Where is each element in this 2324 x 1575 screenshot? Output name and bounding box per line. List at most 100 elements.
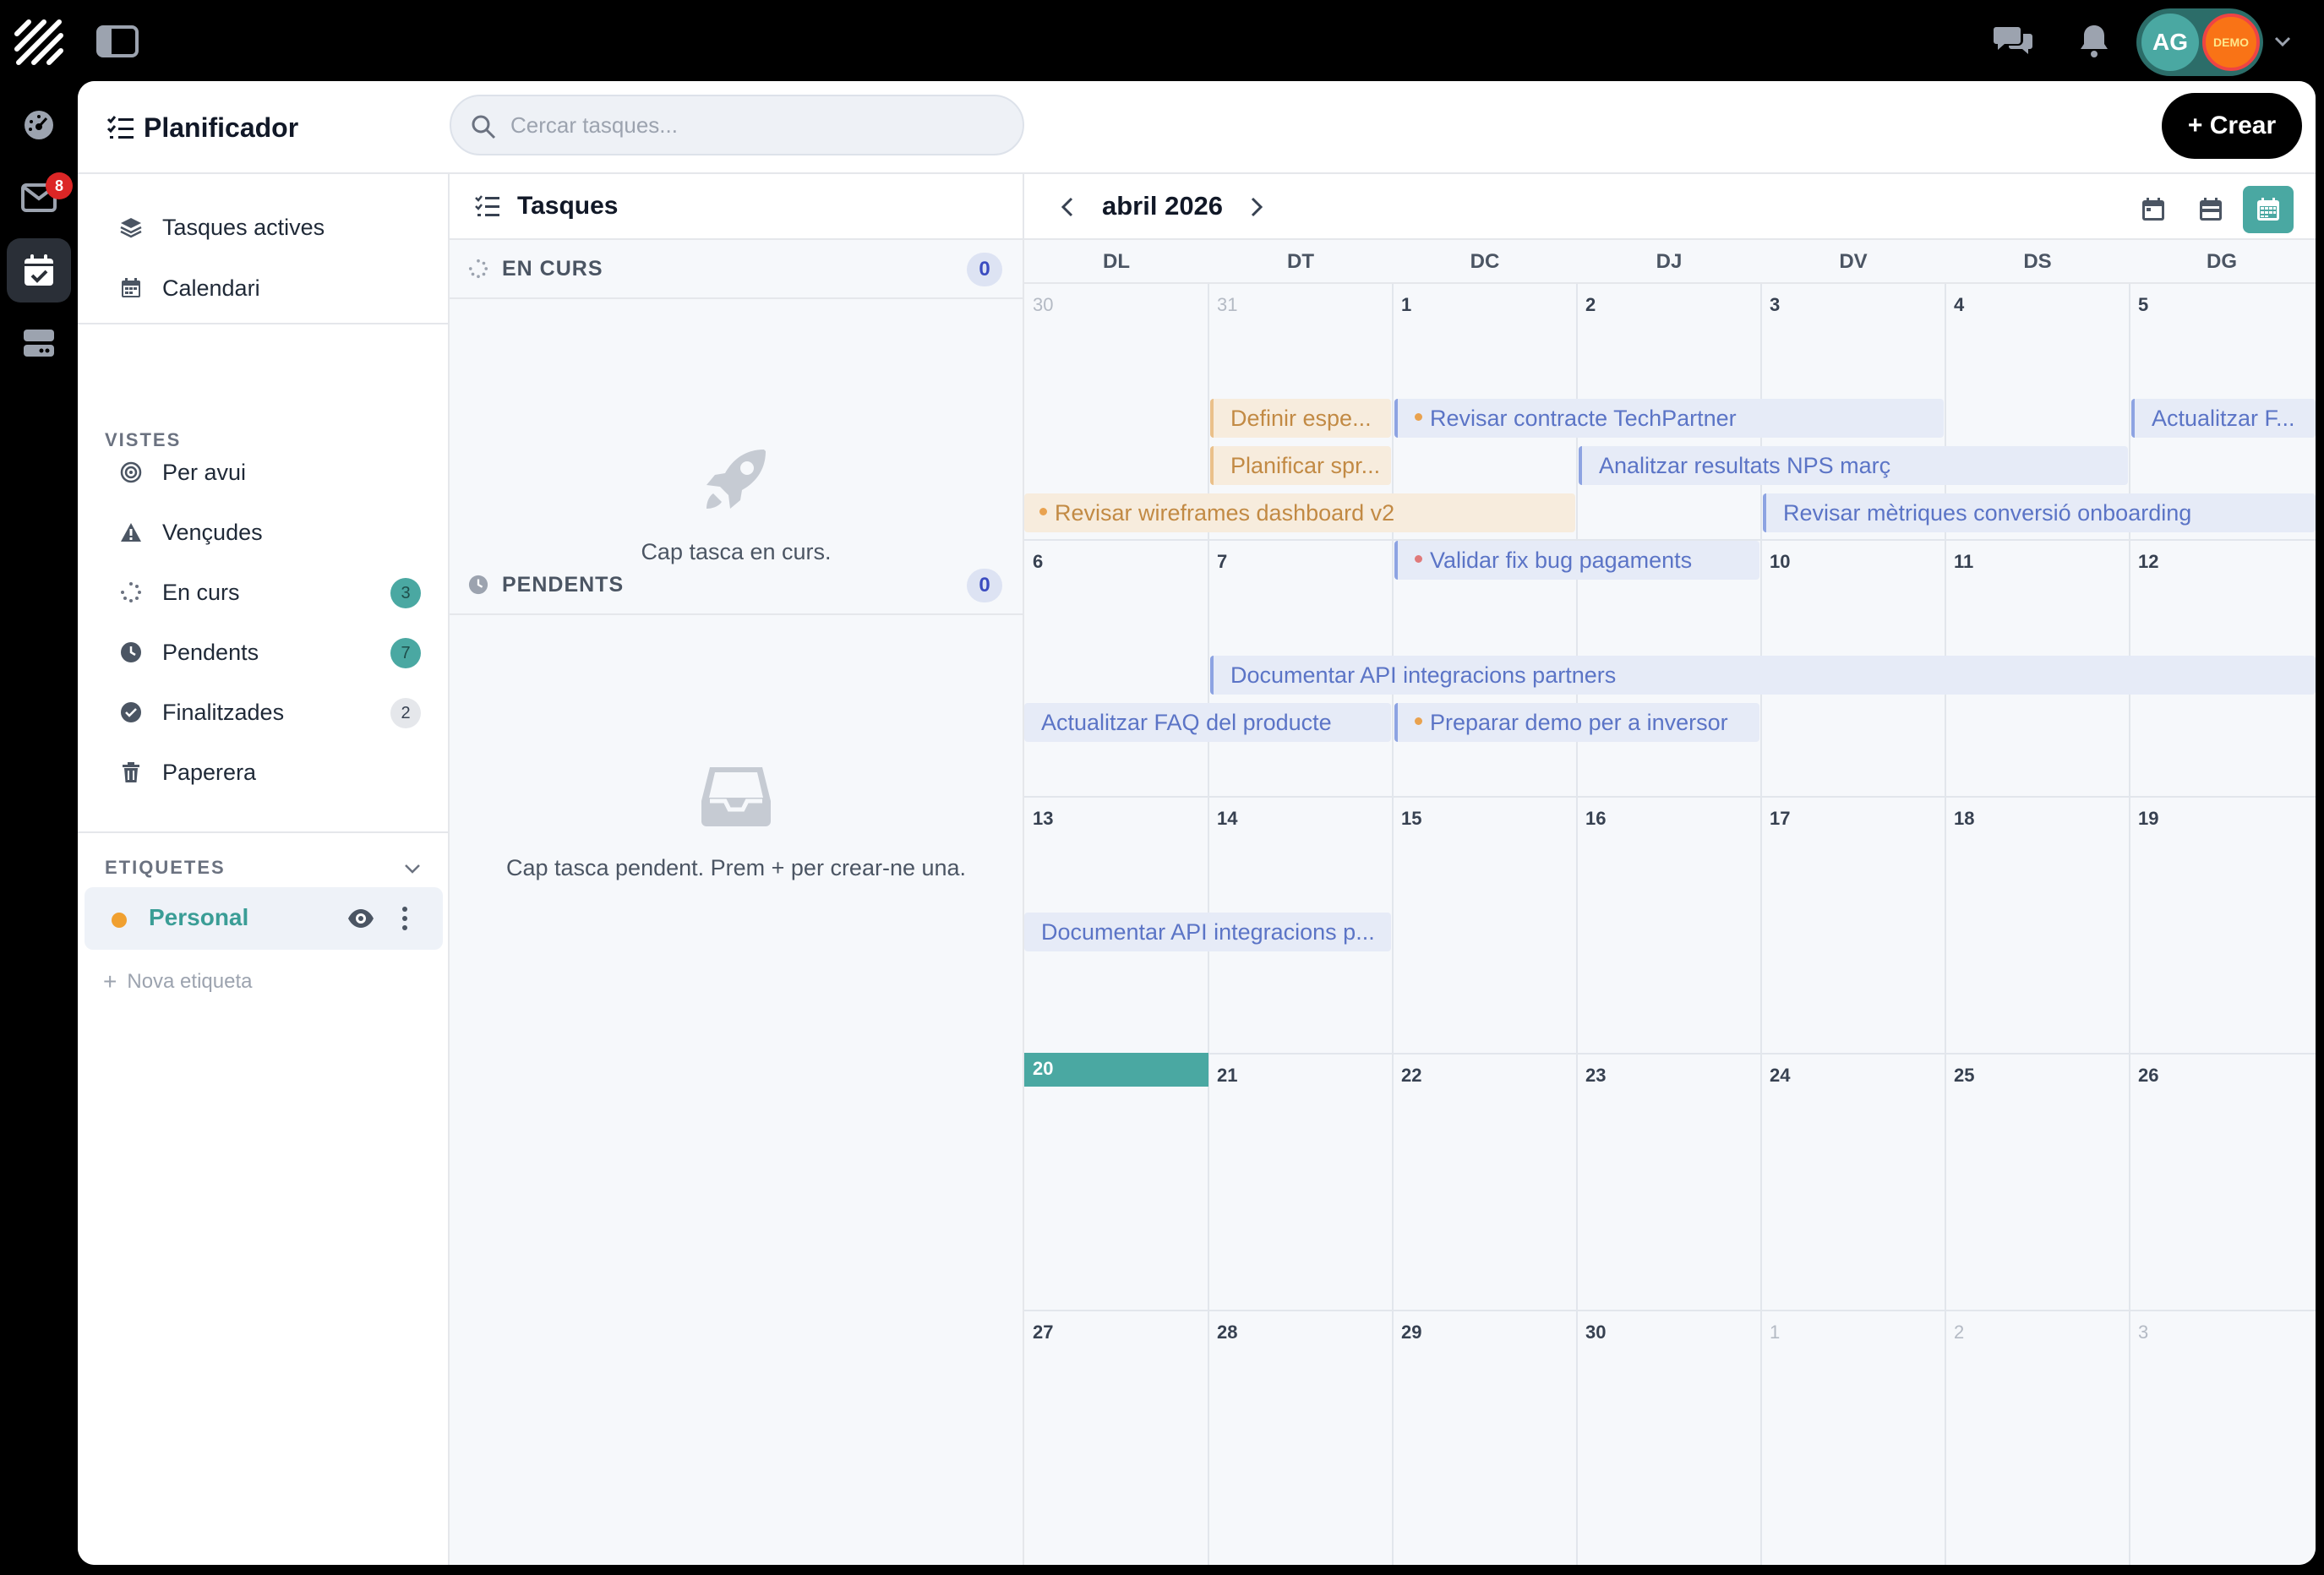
calendar-event[interactable]: Preparar demo per a inversor xyxy=(1394,703,1759,742)
day-number[interactable]: 30 xyxy=(1585,1322,1606,1343)
day-number[interactable]: 16 xyxy=(1585,808,1606,830)
search-icon xyxy=(472,115,496,139)
inbox-icon xyxy=(701,767,771,826)
tag-item-personal[interactable]: Personal xyxy=(85,887,443,950)
chevron-left-icon[interactable] xyxy=(1053,193,1082,221)
day-number[interactable]: 1 xyxy=(1770,1322,1780,1343)
sidebar-item-overdue[interactable]: Vençudes xyxy=(100,506,433,559)
sidebar-item-calendar[interactable]: Calendari xyxy=(100,262,433,314)
mail-badge: 8 xyxy=(46,172,73,199)
chevron-down-icon[interactable] xyxy=(2272,30,2294,52)
calendar-event[interactable]: Analitzar resultats NPS març xyxy=(1579,446,2128,485)
group-count: 0 xyxy=(967,253,1002,286)
dashboard-button[interactable] xyxy=(7,93,71,157)
day-number[interactable]: 29 xyxy=(1401,1322,1421,1343)
calendar-event[interactable]: Revisar wireframes dashboard v2 xyxy=(1024,493,1575,532)
storage-button[interactable] xyxy=(7,311,71,375)
user-menu[interactable]: AG DEMO xyxy=(2136,8,2263,76)
day-number[interactable]: 3 xyxy=(1770,294,1780,316)
tag-label: Personal xyxy=(149,904,249,930)
task-list-icon xyxy=(475,195,499,216)
group-count: 0 xyxy=(967,569,1002,602)
day-number[interactable]: 21 xyxy=(1217,1065,1237,1087)
top-bar: AG DEMO xyxy=(0,0,2324,81)
day-number[interactable]: 27 xyxy=(1033,1322,1053,1343)
day-number[interactable]: 18 xyxy=(1954,808,1974,830)
more-options-icon[interactable] xyxy=(399,904,411,933)
day-number[interactable]: 30 xyxy=(1033,294,1053,316)
weekday-header: DL DT DC DJ DV DS DG xyxy=(1024,240,2316,284)
weekday-label: DV xyxy=(1839,250,1868,273)
day-number[interactable]: 22 xyxy=(1401,1065,1421,1087)
new-tag-button[interactable]: + Nova etiqueta xyxy=(103,968,252,995)
search-box[interactable] xyxy=(450,95,1024,155)
sidebar-toggle-icon[interactable] xyxy=(96,25,139,57)
day-number[interactable]: 3 xyxy=(2138,1322,2148,1343)
sidebar-item-label: Finalitzades xyxy=(162,699,285,725)
calendar-event[interactable]: Revisar mètriques conversió onboarding xyxy=(1763,493,2316,532)
app-logo-icon[interactable] xyxy=(12,15,66,69)
day-number[interactable]: 1 xyxy=(1401,294,1411,316)
clock-icon xyxy=(118,640,144,665)
day-number[interactable]: 11 xyxy=(1954,551,1973,573)
sidebar-item-trash[interactable]: Paperera xyxy=(100,746,433,798)
group-in-progress[interactable]: EN CURS 0 xyxy=(450,240,1023,299)
day-number[interactable]: 2 xyxy=(1585,294,1596,316)
sidebar: Tasques actives Calendari VISTES Per avu… xyxy=(78,174,450,1565)
day-number[interactable]: 15 xyxy=(1401,808,1421,830)
calendar-event[interactable]: Revisar contracte TechPartner xyxy=(1394,399,1944,438)
day-number[interactable]: 7 xyxy=(1217,551,1227,573)
day-view-button[interactable] xyxy=(2128,186,2179,233)
day-number[interactable]: 26 xyxy=(2138,1065,2158,1087)
sidebar-item-active-tasks[interactable]: Tasques actives xyxy=(100,201,433,253)
day-number[interactable]: 24 xyxy=(1770,1065,1790,1087)
day-number[interactable]: 13 xyxy=(1033,808,1053,830)
chevron-down-icon[interactable] xyxy=(402,858,423,879)
search-input[interactable] xyxy=(510,112,1023,139)
group-pending[interactable]: PENDENTS 0 xyxy=(450,556,1023,615)
calendar-week-icon xyxy=(2200,198,2222,221)
day-number[interactable]: 5 xyxy=(2138,294,2148,316)
chat-icon[interactable] xyxy=(1993,24,2033,57)
empty-pending-text: Cap tasca pendent. Prem + per crear-ne u… xyxy=(505,855,967,880)
weekday-label: DJ xyxy=(1656,250,1683,273)
planner-button[interactable] xyxy=(7,238,71,302)
server-icon xyxy=(24,330,54,357)
chevron-right-icon[interactable] xyxy=(1242,193,1271,221)
day-number[interactable]: 25 xyxy=(1954,1065,1974,1087)
mail-button[interactable]: 8 xyxy=(7,166,73,230)
day-number[interactable]: 17 xyxy=(1770,808,1790,830)
day-number[interactable]: 2 xyxy=(1954,1322,1964,1343)
eye-icon[interactable] xyxy=(346,906,375,931)
day-number[interactable]: 28 xyxy=(1217,1322,1237,1343)
calendar-event[interactable]: Planificar spr... xyxy=(1210,446,1391,485)
month-view-button[interactable] xyxy=(2243,186,2294,233)
calendar-event[interactable]: Documentar API integracions p... xyxy=(1024,913,1391,951)
day-number[interactable]: 10 xyxy=(1770,551,1790,573)
week-view-button[interactable] xyxy=(2185,186,2236,233)
tags-heading: ETIQUETES xyxy=(105,857,226,878)
sidebar-item-completed[interactable]: Finalitzades 2 xyxy=(100,686,433,738)
today-date: 20 xyxy=(1033,1058,1054,1079)
day-number[interactable]: 14 xyxy=(1217,808,1237,830)
calendar-event[interactable]: Actualitzar FAQ del producte xyxy=(1024,703,1391,742)
bell-icon[interactable] xyxy=(2076,22,2113,59)
week-divider xyxy=(1024,796,2316,798)
calendar-event[interactable]: Actualitzar F... xyxy=(2131,399,2316,438)
day-number[interactable]: 4 xyxy=(1954,294,1964,316)
day-number[interactable]: 23 xyxy=(1585,1065,1606,1087)
calendar-event[interactable]: Validar fix bug pagaments xyxy=(1394,541,1759,580)
sidebar-item-today[interactable]: Per avui xyxy=(100,446,433,499)
day-number[interactable]: 6 xyxy=(1033,551,1043,573)
sidebar-item-label: Per avui xyxy=(162,459,247,485)
day-column-divider xyxy=(2129,284,2130,1565)
sidebar-item-in-progress[interactable]: En curs 3 xyxy=(100,566,433,619)
create-button[interactable]: + Crear xyxy=(2162,93,2302,159)
day-number[interactable]: 31 xyxy=(1217,294,1237,316)
sidebar-item-pending[interactable]: Pendents 7 xyxy=(100,626,433,679)
calendar-event[interactable]: Definir espe... xyxy=(1210,399,1391,438)
check-circle-icon xyxy=(118,700,144,725)
day-number[interactable]: 19 xyxy=(2138,808,2158,830)
calendar-event[interactable]: Documentar API integracions partners xyxy=(1210,656,2316,695)
day-number[interactable]: 12 xyxy=(2138,551,2158,573)
